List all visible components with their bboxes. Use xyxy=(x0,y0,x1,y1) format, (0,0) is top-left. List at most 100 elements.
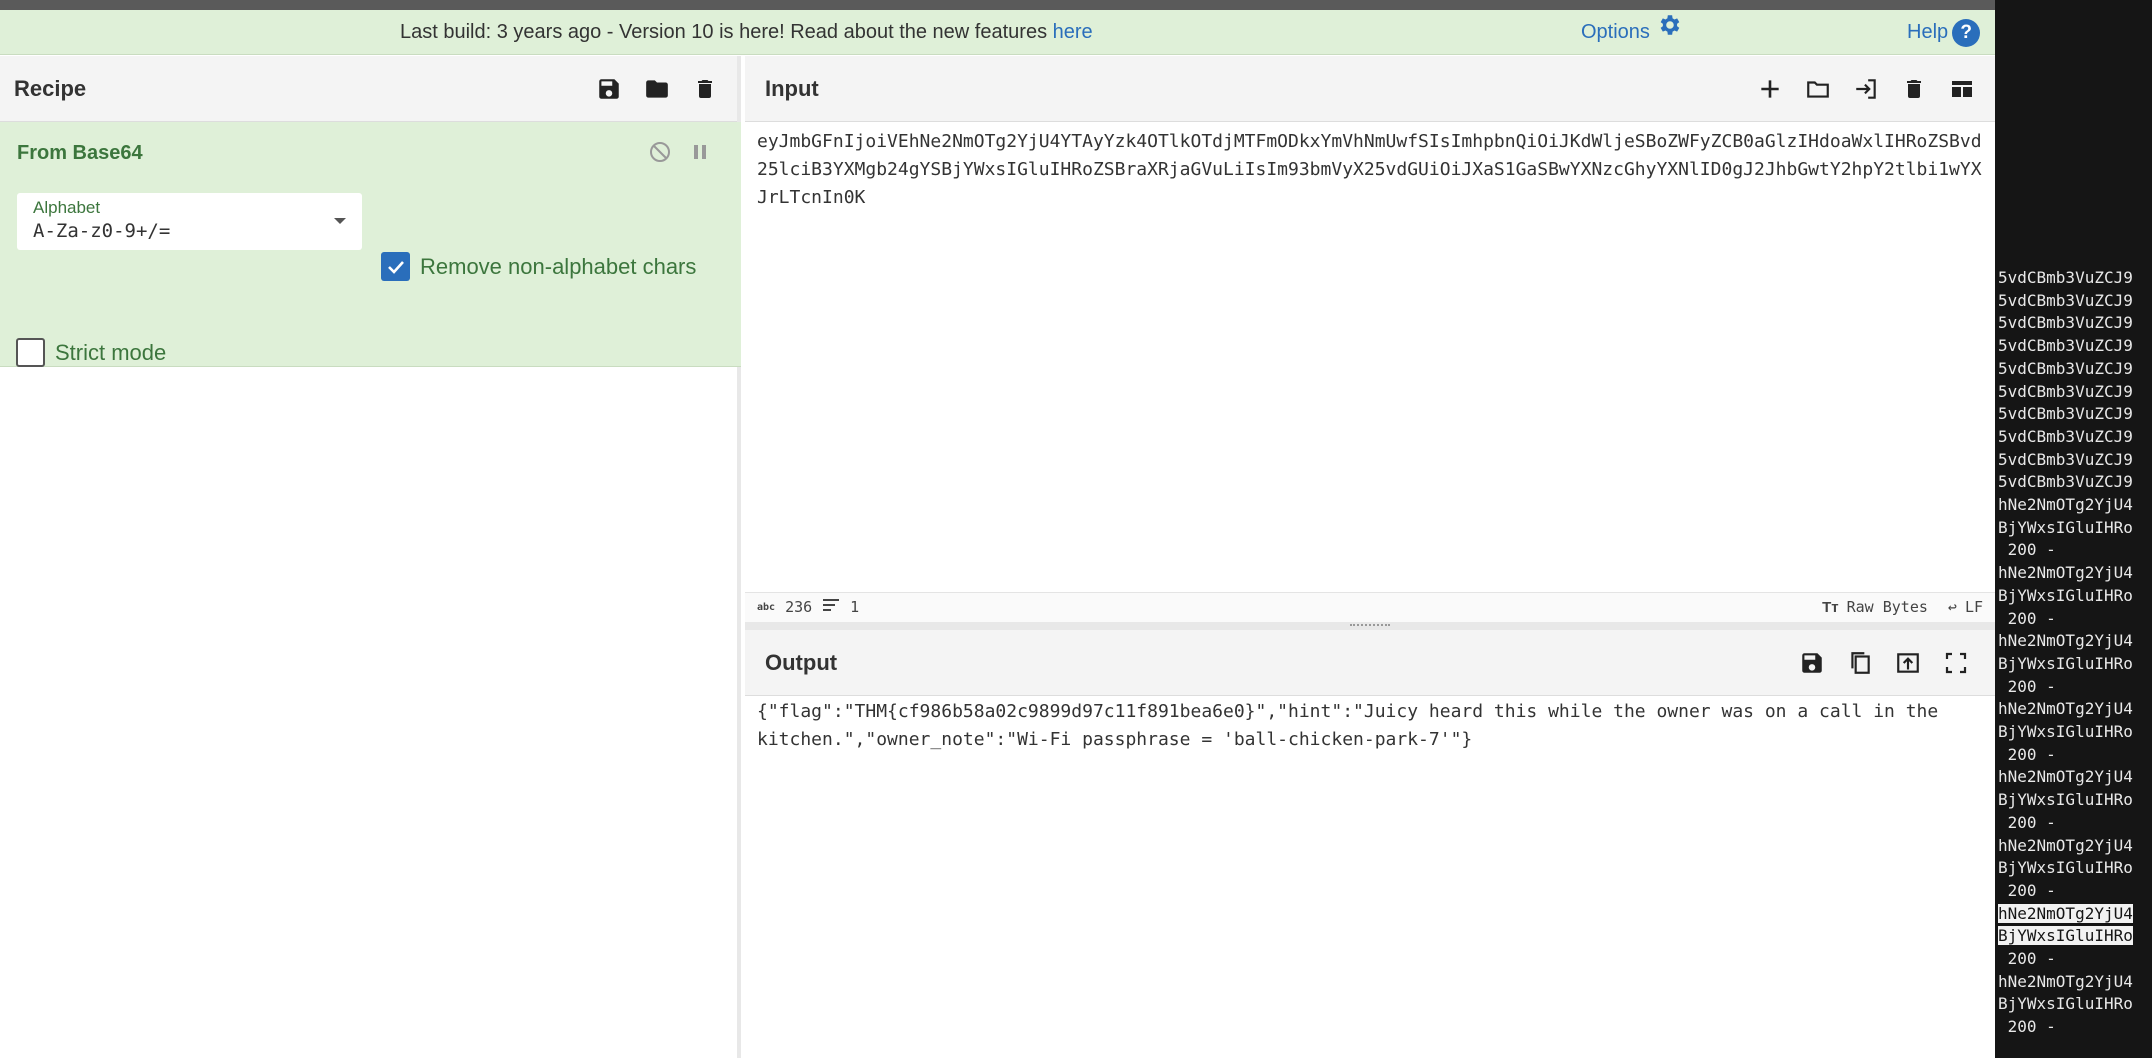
remove-non-alphabet-checkbox[interactable]: Remove non-alphabet chars xyxy=(381,252,696,281)
import-icon[interactable] xyxy=(1851,74,1881,104)
terminal-line: 200 - xyxy=(1998,812,2056,832)
terminal-line: hNe2NmOTg2YjU4 xyxy=(1998,631,2133,651)
terminal-line: 200 - xyxy=(1998,608,2056,628)
char-count-icon: abc xyxy=(757,601,776,613)
save-icon[interactable] xyxy=(1797,648,1827,678)
gear-icon xyxy=(1656,10,1682,55)
help-button[interactable]: Help ? xyxy=(1907,10,1981,55)
input-header: Input xyxy=(745,56,1995,122)
options-button[interactable]: Options xyxy=(1581,10,1682,55)
input-panel: Input eyJmbGFnIjoiVEhNe2NmOTg2YjU4YTAyYz… xyxy=(745,56,1995,622)
terminal-line: BjYWxsIGluIHRo xyxy=(1998,517,2133,537)
checkbox-unchecked-icon[interactable] xyxy=(16,338,45,367)
terminal-line: BjYWxsIGluIHRo xyxy=(1998,926,2133,946)
strict-mode-checkbox[interactable]: Strict mode xyxy=(16,338,166,367)
terminal-line: 5vdCBmb3VuZCJ9 xyxy=(1998,449,2133,469)
folder-icon[interactable] xyxy=(642,74,672,104)
panel-resize-handle[interactable] xyxy=(745,622,1995,630)
input-encoding: Tт Raw Bytes ↩ LF xyxy=(1822,598,1983,616)
options-label: Options xyxy=(1581,21,1650,43)
banner-link[interactable]: here xyxy=(1053,21,1093,43)
background-terminal: 5vdCBmb3VuZCJ9 5vdCBmb3VuZCJ9 5vdCBmb3VuZC… xyxy=(1995,0,2152,1058)
notice-banner: Last build: 3 years ago - Version 10 is … xyxy=(0,10,1995,55)
terminal-line: BjYWxsIGluIHRo xyxy=(1998,585,2133,605)
plus-icon[interactable] xyxy=(1755,74,1785,104)
text-format-icon[interactable]: Tт xyxy=(1822,599,1839,616)
line-ending-icon: ↩ xyxy=(1947,598,1957,616)
fullscreen-icon[interactable] xyxy=(1941,648,1971,678)
from-base64-operation: From Base64 Alphabet A-Za-z0-9+/= Remove… xyxy=(0,122,741,367)
output-title: Output xyxy=(765,650,838,675)
operation-title: From Base64 xyxy=(17,142,143,164)
terminal-line: 5vdCBmb3VuZCJ9 xyxy=(1998,404,2133,424)
terminal-line: 200 - xyxy=(1998,949,2056,968)
terminal-line: hNe2NmOTg2YjU4 xyxy=(1998,563,2133,583)
recipe-panel: Recipe From Base64 Alphabet A-Za-z0-9+/=… xyxy=(0,56,741,1058)
resize-grip[interactable] xyxy=(1350,624,1390,628)
terminal-line: BjYWxsIGluIHRo xyxy=(1998,653,2133,673)
terminal-line: hNe2NmOTg2YjU4 xyxy=(1998,971,2133,991)
terminal-line: 200 - xyxy=(1998,1017,2056,1037)
banner-message: Last build: 3 years ago - Version 10 is … xyxy=(400,10,1093,55)
line-count-icon xyxy=(822,598,840,616)
alphabet-value: A-Za-z0-9+/= xyxy=(33,220,171,242)
output-panel: Output {"flag":"THM{cf986b58a02c9899d97c… xyxy=(745,630,1995,1058)
help-icon: ? xyxy=(1952,18,1981,47)
terminal-line: hNe2NmOTg2YjU4 xyxy=(1998,835,2133,855)
input-title: Input xyxy=(765,76,819,101)
strict-mode-label: Strict mode xyxy=(55,339,167,365)
save-icon[interactable] xyxy=(594,74,624,104)
terminal-line: BjYWxsIGluIHRo xyxy=(1998,858,2133,878)
operation-controls xyxy=(648,140,710,169)
banner-text: Last build: 3 years ago - Version 10 is … xyxy=(400,21,1053,43)
trash-icon[interactable] xyxy=(1899,74,1929,104)
terminal-line: 5vdCBmb3VuZCJ9 xyxy=(1998,268,2133,287)
terminal-line: 200 - xyxy=(1998,676,2056,696)
terminal-line: 5vdCBmb3VuZCJ9 xyxy=(1998,290,2133,310)
terminal-line: hNe2NmOTg2YjU4 xyxy=(1998,767,2133,787)
open-folder-icon[interactable] xyxy=(1803,74,1833,104)
input-stats: abc 236 1 xyxy=(757,598,859,616)
alphabet-label: Alphabet xyxy=(33,198,101,217)
terminal-line: BjYWxsIGluIHRo xyxy=(1998,790,2133,810)
terminal-line: 200 - xyxy=(1998,880,2056,900)
raw-bytes-label[interactable]: Raw Bytes xyxy=(1847,598,1928,616)
terminal-line: 5vdCBmb3VuZCJ9 xyxy=(1998,358,2133,378)
cyberchef-window: Last build: 3 years ago - Version 10 is … xyxy=(0,0,1995,1058)
recipe-title: Recipe xyxy=(14,76,87,101)
pause-icon[interactable] xyxy=(690,142,710,167)
recipe-toolbar xyxy=(594,56,720,122)
terminal-line: 5vdCBmb3VuZCJ9 xyxy=(1998,472,2133,492)
line-ending-label[interactable]: LF xyxy=(1965,598,1983,616)
terminal-line: 5vdCBmb3VuZCJ9 xyxy=(1998,381,2133,401)
terminal-line: 5vdCBmb3VuZCJ9 xyxy=(1998,313,2133,333)
chevron-down-icon xyxy=(334,218,346,224)
terminal-line: 200 - xyxy=(1998,540,2056,560)
line-count: 1 xyxy=(850,598,860,616)
output-header: Output xyxy=(745,630,1995,696)
terminal-line: hNe2NmOTg2YjU4 xyxy=(1998,903,2133,923)
help-label: Help xyxy=(1907,21,1949,43)
terminal-line: BjYWxsIGluIHRo xyxy=(1998,994,2133,1014)
terminal-line: 5vdCBmb3VuZCJ9 xyxy=(1998,426,2133,446)
input-textarea[interactable]: eyJmbGFnIjoiVEhNe2NmOTg2YjU4YTAyYzk4OTlk… xyxy=(757,128,1983,212)
terminal-line: 200 - xyxy=(1998,744,2056,764)
copy-icon[interactable] xyxy=(1845,648,1875,678)
terminal-line: hNe2NmOTg2YjU4 xyxy=(1998,495,2133,514)
terminal-line: BjYWxsIGluIHRo xyxy=(1998,722,2133,741)
replace-input-icon[interactable] xyxy=(1893,648,1923,678)
layout-icon[interactable] xyxy=(1947,74,1977,104)
output-toolbar xyxy=(1797,630,1971,696)
checkbox-checked-icon[interactable] xyxy=(381,252,410,281)
top-strip xyxy=(0,0,1995,10)
input-status-bar: abc 236 1 Tт Raw Bytes ↩ LF xyxy=(745,592,1995,622)
disable-icon[interactable] xyxy=(648,140,672,169)
input-toolbar xyxy=(1755,56,1977,122)
remove-non-alphabet-label: Remove non-alphabet chars xyxy=(420,253,697,279)
output-text[interactable]: {"flag":"THM{cf986b58a02c9899d97c11f891b… xyxy=(757,698,1983,754)
recipe-header: Recipe xyxy=(0,56,737,122)
alphabet-select[interactable]: Alphabet A-Za-z0-9+/= xyxy=(17,193,362,250)
char-count: 236 xyxy=(785,598,813,616)
trash-icon[interactable] xyxy=(690,74,720,104)
terminal-line: 5vdCBmb3VuZCJ9 xyxy=(1998,336,2133,356)
